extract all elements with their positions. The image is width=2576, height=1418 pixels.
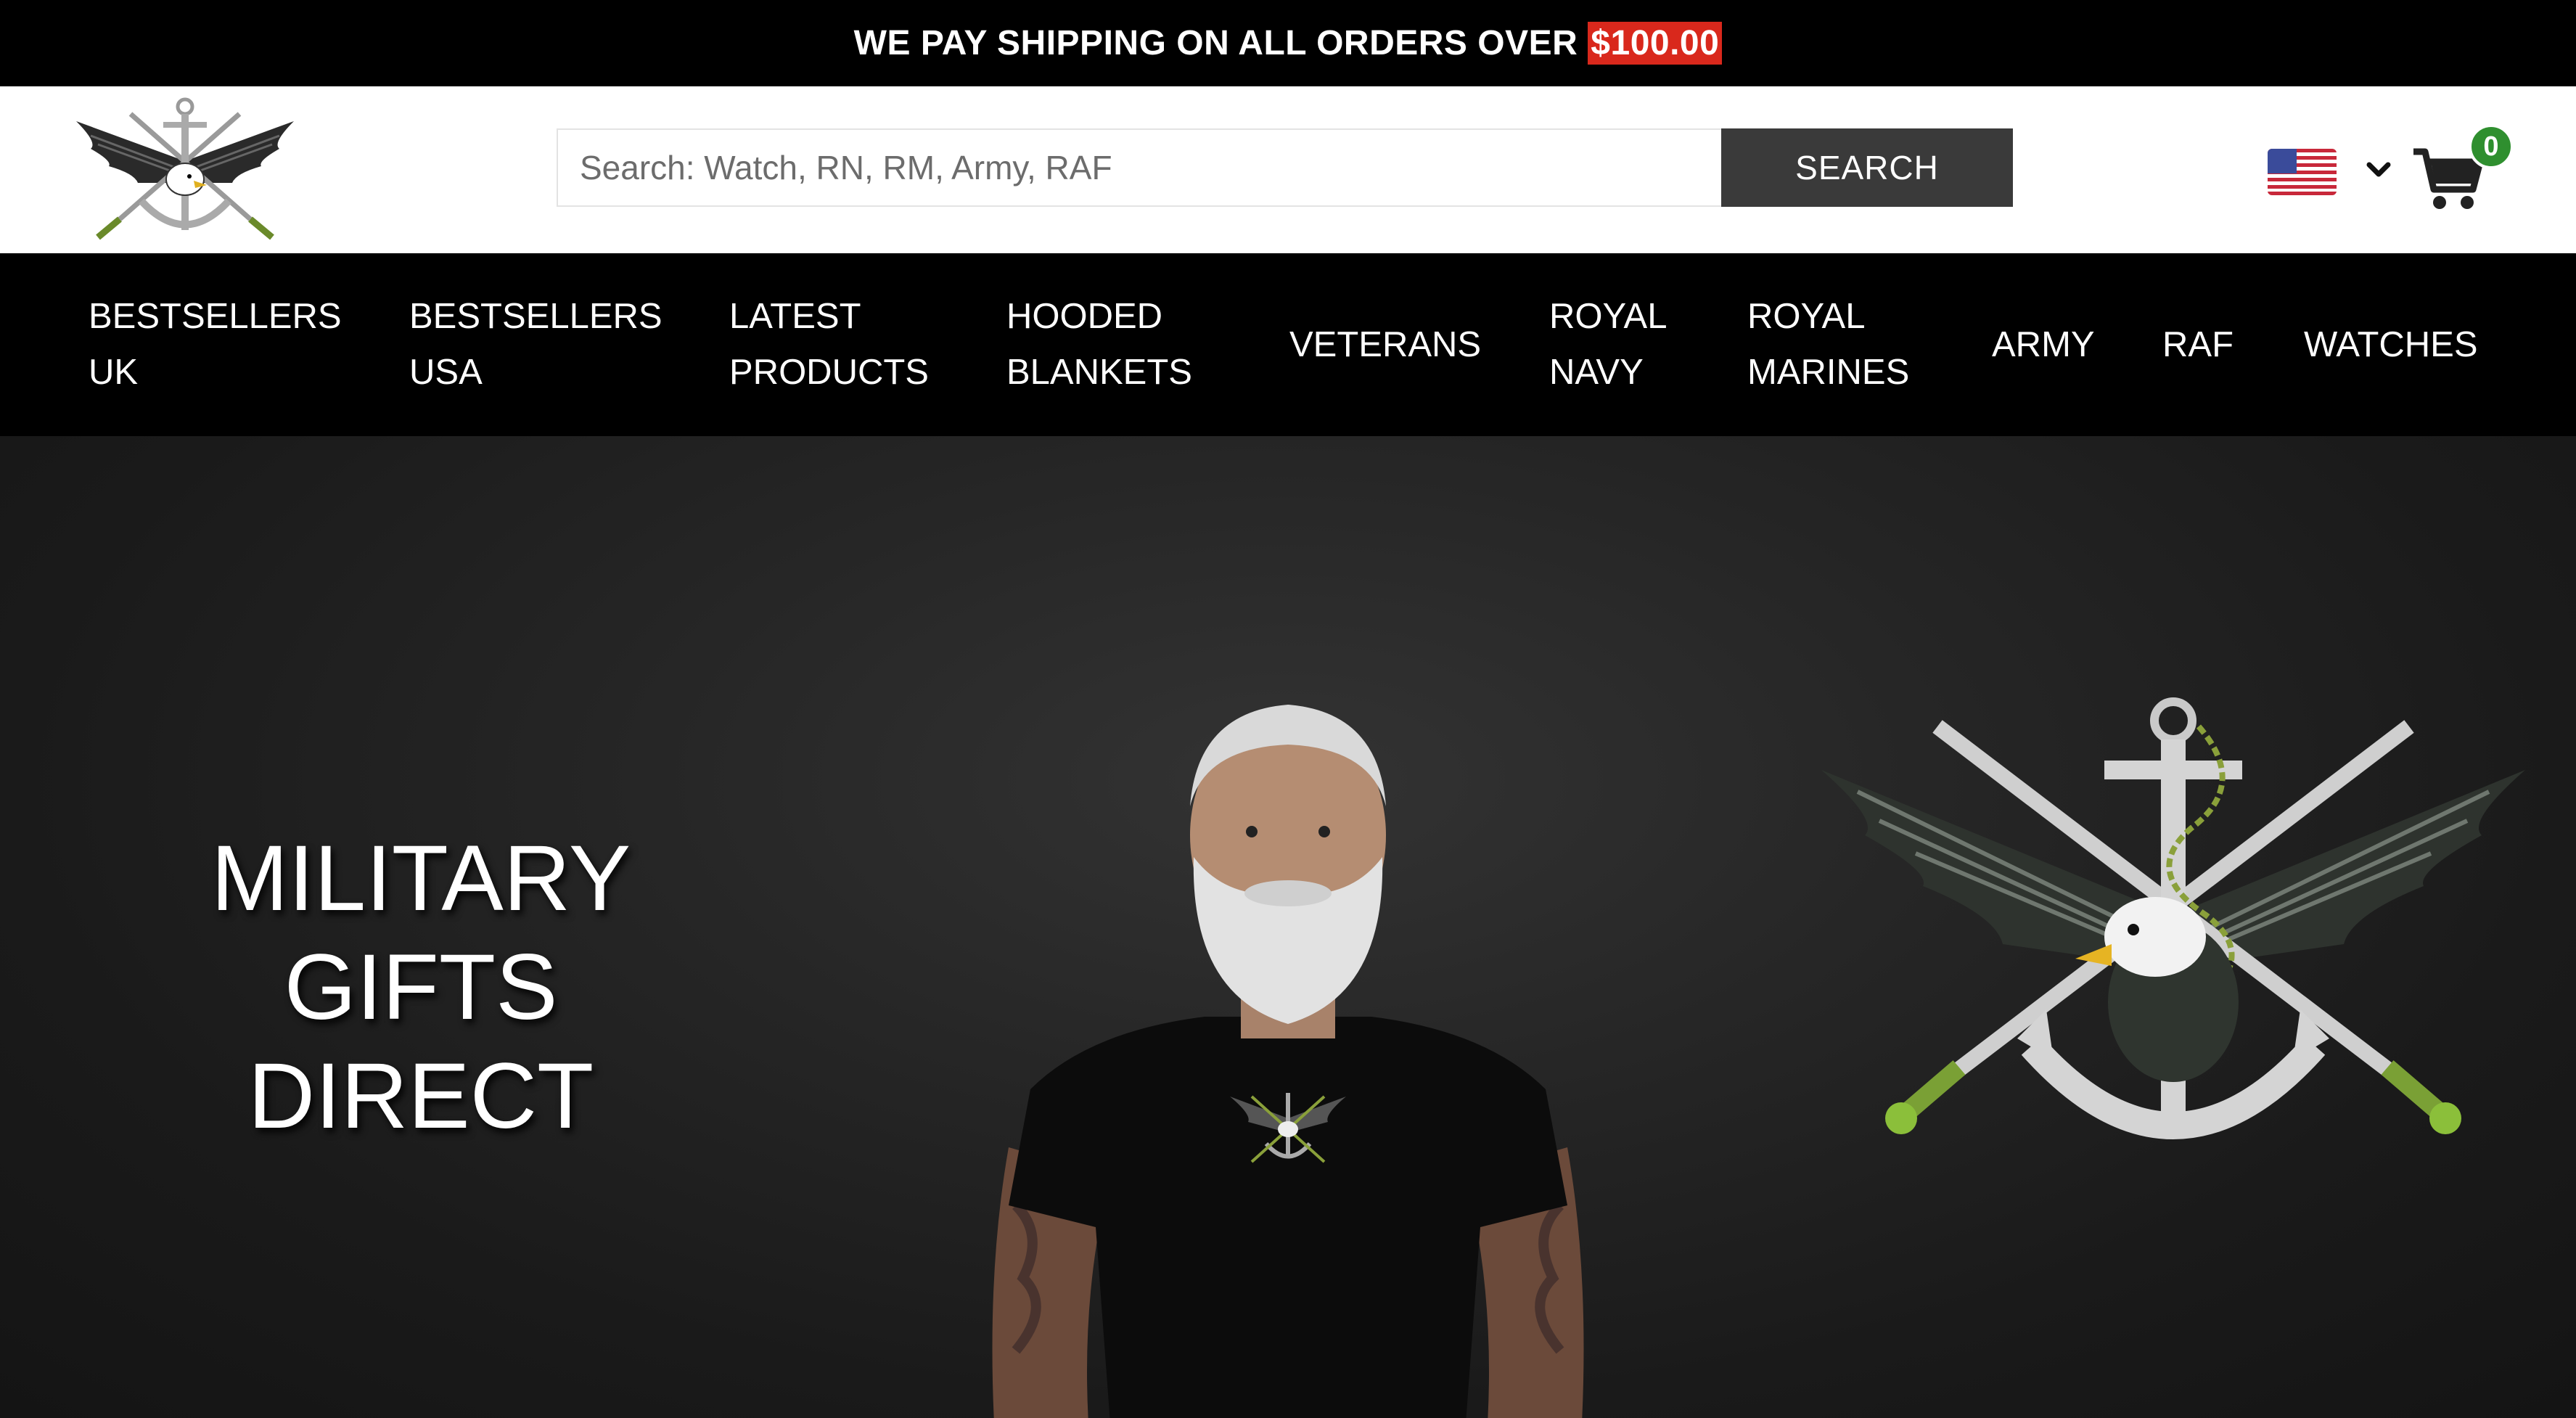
cart-button[interactable]: 0 (2409, 124, 2518, 211)
nav-item-watches[interactable]: WATCHES (2304, 253, 2478, 436)
nav-item-bestsellers-uk[interactable]: BESTSELLERS UK (89, 253, 342, 436)
nav-item-veterans[interactable]: VETERANS (1289, 253, 1481, 436)
nav-item-latest-products[interactable]: LATEST PRODUCTS (729, 253, 929, 436)
us-flag-icon (2268, 149, 2337, 195)
announcement-bar: WE PAY SHIPPING ON ALL ORDERS OVER $100.… (0, 0, 2576, 86)
nav-item-royal-marines[interactable]: ROYAL MARINES (1747, 253, 1909, 436)
main-navigation: BESTSELLERS UK BESTSELLERS USA LATEST PR… (0, 253, 2576, 436)
military-emblem-image (1821, 697, 2525, 1139)
site-header: SEARCH 0 (0, 86, 2576, 253)
site-logo[interactable] (69, 92, 301, 245)
hero-banner[interactable]: MILITARY GIFTS DIRECT (0, 436, 2576, 1418)
announcement-text: WE PAY SHIPPING ON ALL ORDERS OVER (853, 24, 1578, 62)
hero-model-image (992, 705, 1584, 1418)
cart-count-badge: 0 (2469, 124, 2514, 169)
hero-title: MILITARY GIFTS DIRECT (210, 827, 631, 1148)
currency-selector[interactable] (2268, 144, 2398, 201)
chevron-down-icon (2366, 162, 2391, 177)
search-button[interactable]: SEARCH (1721, 128, 2013, 207)
search-input[interactable] (557, 128, 1721, 207)
nav-item-raf[interactable]: RAF (2162, 253, 2234, 436)
nav-item-hooded-blankets[interactable]: HOODED BLANKETS (1006, 253, 1192, 436)
nav-item-royal-navy[interactable]: ROYAL NAVY (1549, 253, 1667, 436)
announcement-amount: $100.00 (1588, 22, 1723, 65)
nav-item-army[interactable]: ARMY (1992, 253, 2095, 436)
nav-item-bestsellers-usa[interactable]: BESTSELLERS USA (409, 253, 663, 436)
